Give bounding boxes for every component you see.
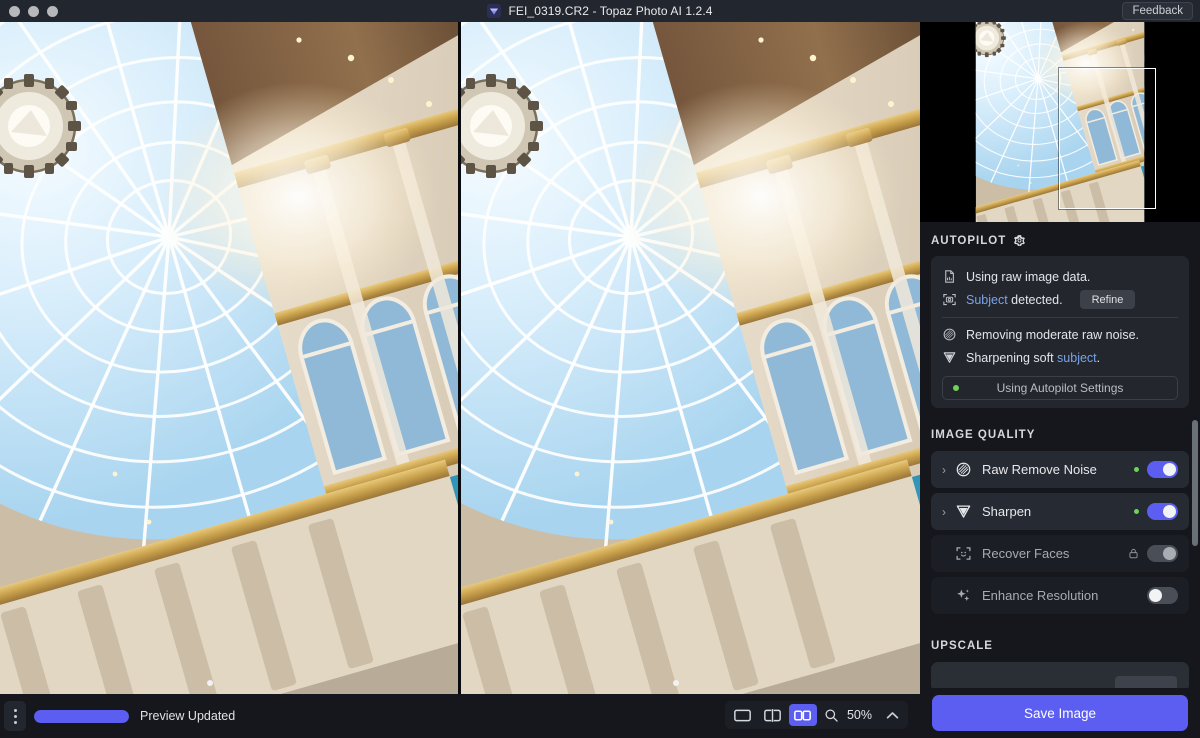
traffic-light-buttons[interactable] xyxy=(9,5,58,17)
pane-indicator-dot-left xyxy=(207,680,213,686)
image-quality-item-raw-remove-noise[interactable]: › Raw Remove Noise xyxy=(931,451,1189,488)
toggle-raw-remove-noise[interactable] xyxy=(1147,461,1178,478)
close-button[interactable] xyxy=(9,5,20,17)
title-center-group: FEI_0319.CR2 - Topaz Photo AI 1.2.4 xyxy=(0,4,1200,18)
dual-pane-icon xyxy=(794,709,812,721)
sidebar-scrollbar-thumb[interactable] xyxy=(1192,420,1198,546)
single-pane-view-button[interactable] xyxy=(729,704,757,726)
autopilot-heading: AUTOPILOT xyxy=(931,234,1007,247)
raw-file-icon xyxy=(945,270,954,283)
status-dot xyxy=(1133,508,1139,515)
status-text: Preview Updated xyxy=(140,709,236,723)
original-image xyxy=(0,22,458,694)
autopilot-raw-text: Using raw image data. xyxy=(966,269,1091,284)
autopilot-card: Using raw image data. Subject detected. … xyxy=(931,256,1189,408)
image-quality-label: Raw Remove Noise xyxy=(982,462,1097,477)
sidebar-scrollbar-track[interactable] xyxy=(1191,22,1198,678)
refine-button[interactable]: Refine xyxy=(1079,290,1136,309)
kebab-menu-icon[interactable] xyxy=(4,701,26,731)
autopilot-divider xyxy=(942,317,1178,318)
face-detect-icon xyxy=(956,547,971,560)
autopilot-settings-label: Using Autopilot Settings xyxy=(996,381,1124,395)
processed-image xyxy=(461,22,920,694)
subject-link[interactable]: Subject xyxy=(966,293,1008,307)
autopilot-sharpen-text: Sharpening soft xyxy=(966,350,1058,365)
autopilot-subject-text: detected. xyxy=(1007,292,1063,307)
toggle-recover-faces[interactable] xyxy=(1147,545,1178,562)
autopilot-row-noise: Removing moderate raw noise. xyxy=(942,323,1178,346)
autopilot-sharpen-tail: . xyxy=(1096,350,1101,365)
upscale-header: UPSCALE xyxy=(920,619,1200,662)
chevron-right-icon[interactable]: › xyxy=(937,463,951,477)
original-preview-pane[interactable] xyxy=(0,22,458,694)
navigator-viewport-rect[interactable] xyxy=(1059,68,1156,209)
lock-icon xyxy=(1129,548,1138,559)
side-by-side-view-button[interactable] xyxy=(788,704,817,726)
gear-icon[interactable] xyxy=(1013,234,1026,247)
progress-bar xyxy=(34,709,129,723)
zoom-level-value: 50% xyxy=(846,708,872,722)
using-autopilot-settings-row[interactable]: Using Autopilot Settings xyxy=(942,376,1178,400)
topaz-gem-icon xyxy=(487,4,502,18)
noise-circle-icon xyxy=(956,462,971,477)
subject-link-2[interactable]: subject xyxy=(1057,351,1097,365)
view-mode-controls[interactable]: 50% xyxy=(724,701,908,729)
save-image-button[interactable]: Save Image xyxy=(932,695,1188,731)
image-canvas-area[interactable] xyxy=(0,22,920,694)
sharpen-triangle-icon xyxy=(956,505,971,518)
image-quality-header: IMAGE QUALITY xyxy=(920,408,1200,451)
image-quality-item-sharpen[interactable]: › Sharpen xyxy=(931,493,1189,530)
autopilot-row-sharpen: Sharpening soft subject. xyxy=(942,346,1178,369)
magnifier-icon xyxy=(825,708,838,722)
status-dot xyxy=(1133,466,1139,473)
maximize-button[interactable] xyxy=(47,5,58,17)
window-title-bar: FEI_0319.CR2 - Topaz Photo AI 1.2.4 Feed… xyxy=(0,0,1200,22)
sharpen-triangle-icon xyxy=(943,352,956,363)
noise-circle-icon xyxy=(943,328,956,341)
pane-indicator-dot-right xyxy=(673,680,679,686)
split-pane-view-button[interactable] xyxy=(759,704,787,726)
chevron-right-icon[interactable]: › xyxy=(937,505,951,519)
navigator-thumbnail[interactable] xyxy=(920,22,1200,222)
upscale-heading: UPSCALE xyxy=(931,640,993,652)
processed-preview-pane[interactable] xyxy=(461,22,920,694)
right-sidebar[interactable]: AUTOPILOT Using raw image data. Subject xyxy=(920,22,1200,738)
subject-detect-icon xyxy=(943,293,956,306)
autopilot-status-dot xyxy=(953,385,959,391)
autopilot-header: AUTOPILOT xyxy=(920,222,1200,256)
single-pane-icon xyxy=(734,709,752,721)
autopilot-row-raw: Using raw image data. xyxy=(942,265,1178,288)
image-quality-item-recover-faces[interactable]: Recover Faces xyxy=(931,535,1189,572)
toggle-sharpen[interactable] xyxy=(1147,503,1178,520)
autopilot-row-subject: Subject detected. Refine xyxy=(942,288,1178,311)
bottom-status-bar: Preview Updated 50% xyxy=(0,694,920,738)
autopilot-noise-text: Removing moderate raw noise. xyxy=(966,327,1139,342)
toggle-enhance-resolution[interactable] xyxy=(1147,587,1178,604)
image-quality-item-enhance-resolution[interactable]: Enhance Resolution xyxy=(931,577,1189,614)
pane-divider[interactable] xyxy=(458,22,461,694)
sparkles-icon xyxy=(957,589,970,602)
chevron-up-icon[interactable] xyxy=(886,711,899,720)
image-quality-heading: IMAGE QUALITY xyxy=(931,429,1036,441)
progress-bar-fill xyxy=(34,709,129,723)
image-quality-label: Enhance Resolution xyxy=(982,588,1099,603)
minimize-button[interactable] xyxy=(28,5,39,17)
image-quality-label: Sharpen xyxy=(982,504,1032,519)
image-quality-label: Recover Faces xyxy=(982,546,1070,561)
feedback-button[interactable]: Feedback xyxy=(1122,2,1193,20)
split-pane-icon xyxy=(764,708,782,722)
save-bar: Save Image xyxy=(920,688,1200,738)
zoom-control[interactable]: 50% xyxy=(824,708,872,723)
window-title: FEI_0319.CR2 - Topaz Photo AI 1.2.4 xyxy=(508,4,713,18)
